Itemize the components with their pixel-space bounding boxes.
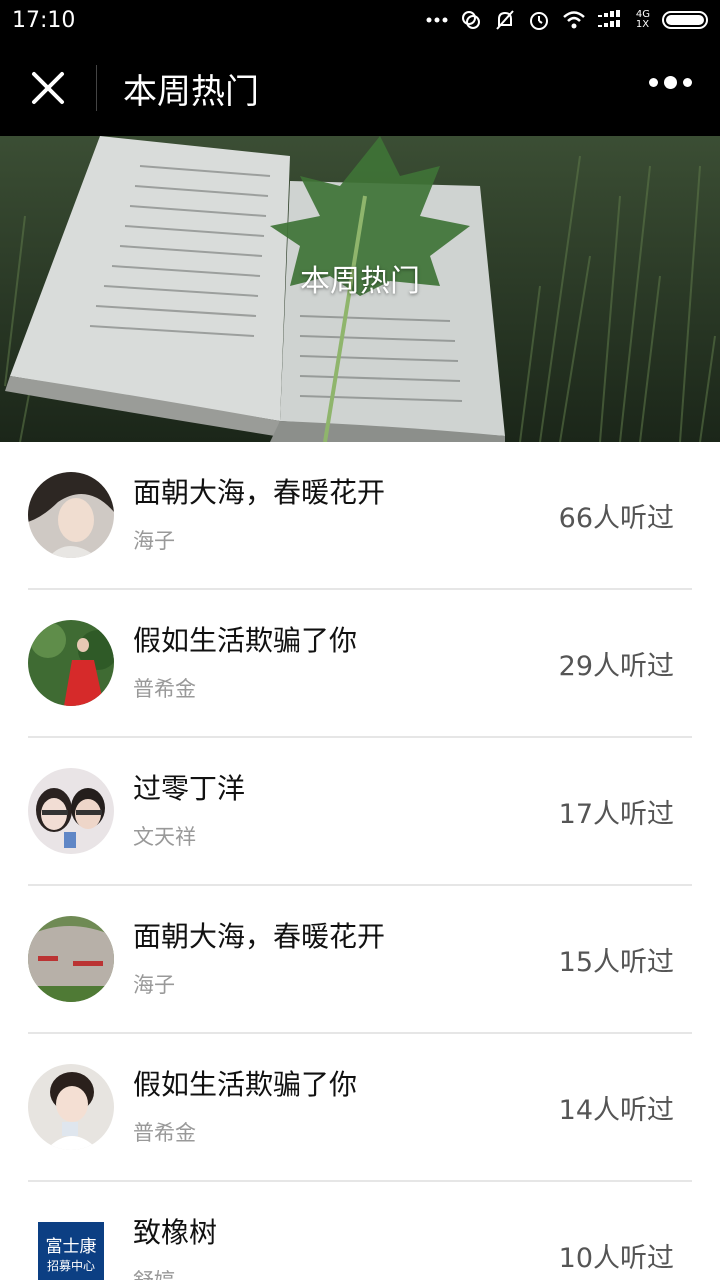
more-menu-button[interactable] — [649, 76, 692, 89]
mute-bell-icon — [496, 10, 514, 30]
list-item[interactable]: 面朝大海，春暖花开 海子 66人听过 — [28, 442, 692, 590]
battery-icon — [662, 11, 708, 29]
list-item[interactable]: 面朝大海，春暖花开 海子 15人听过 — [28, 886, 692, 1034]
avatar: 富士康 招募中心 — [28, 1212, 114, 1280]
more-dot-icon — [649, 78, 658, 87]
avatar-photo — [28, 916, 114, 1002]
navigation-bar: 本周热门 — [0, 40, 720, 136]
avatar — [28, 472, 114, 558]
banner-title: 本周热门 — [300, 264, 420, 299]
poem-title: 致橡树 — [133, 1216, 218, 1249]
banner: 本周热门 — [0, 136, 720, 442]
poem-title: 过零丁洋 — [133, 772, 246, 805]
status-icons: 4G 1X — [426, 9, 708, 31]
avatar — [28, 768, 114, 854]
poem-title: 假如生活欺骗了你 — [133, 1068, 358, 1101]
avatar-photo — [28, 472, 114, 558]
more-dots-icon — [426, 17, 448, 23]
sync-icon — [461, 11, 480, 29]
nav-divider — [96, 65, 97, 111]
avatar — [28, 1064, 114, 1150]
status-bar: 17:10 4G 1X — [0, 0, 720, 40]
more-dot-icon — [664, 76, 677, 89]
avatar-logo: 富士康 招募中心 — [38, 1222, 104, 1280]
poem-author: 舒婷 — [133, 1265, 559, 1280]
list-item[interactable]: 过零丁洋 文天祥 17人听过 — [28, 738, 692, 886]
list-item[interactable]: 假如生活欺骗了你 普希金 14人听过 — [28, 1034, 692, 1182]
poem-title: 面朝大海，春暖花开 — [133, 920, 386, 953]
listen-count: 66人听过 — [558, 502, 674, 534]
network-type: 4G 1X — [635, 9, 650, 30]
poem-author: 文天祥 — [133, 825, 196, 849]
poem-title: 假如生活欺骗了你 — [133, 624, 358, 657]
avatar-photo — [28, 620, 114, 706]
avatar — [28, 620, 114, 706]
signal-icon — [597, 10, 620, 27]
listen-count: 10人听过 — [558, 1242, 674, 1274]
listen-count: 14人听过 — [558, 1094, 674, 1126]
list-item[interactable]: 假如生活欺骗了你 普希金 29人听过 — [28, 590, 692, 738]
listen-count: 29人听过 — [558, 650, 674, 682]
poem-author: 海子 — [133, 973, 175, 997]
page-title: 本周热门 — [123, 71, 259, 112]
close-icon — [32, 72, 64, 104]
avatar — [28, 916, 114, 1002]
list-item[interactable]: 富士康 招募中心 致橡树 舒婷 10人听过 — [28, 1182, 692, 1280]
alarm-icon — [529, 12, 548, 30]
poem-author: 普希金 — [133, 1121, 196, 1145]
wifi-icon — [563, 11, 585, 29]
listen-count: 15人听过 — [558, 946, 674, 978]
status-time: 17:10 — [12, 7, 76, 33]
listen-count: 17人听过 — [558, 798, 674, 830]
close-button[interactable] — [0, 40, 96, 136]
poem-list: 面朝大海，春暖花开 海子 66人听过 假如生活欺骗了你 普希金 29人听过 过零… — [0, 442, 720, 1280]
poem-author: 海子 — [133, 529, 175, 553]
poem-title: 面朝大海，春暖花开 — [133, 476, 386, 509]
avatar-photo — [28, 1064, 114, 1150]
poem-author: 普希金 — [133, 677, 196, 701]
avatar-photo — [28, 768, 114, 854]
more-dot-icon — [683, 78, 692, 87]
